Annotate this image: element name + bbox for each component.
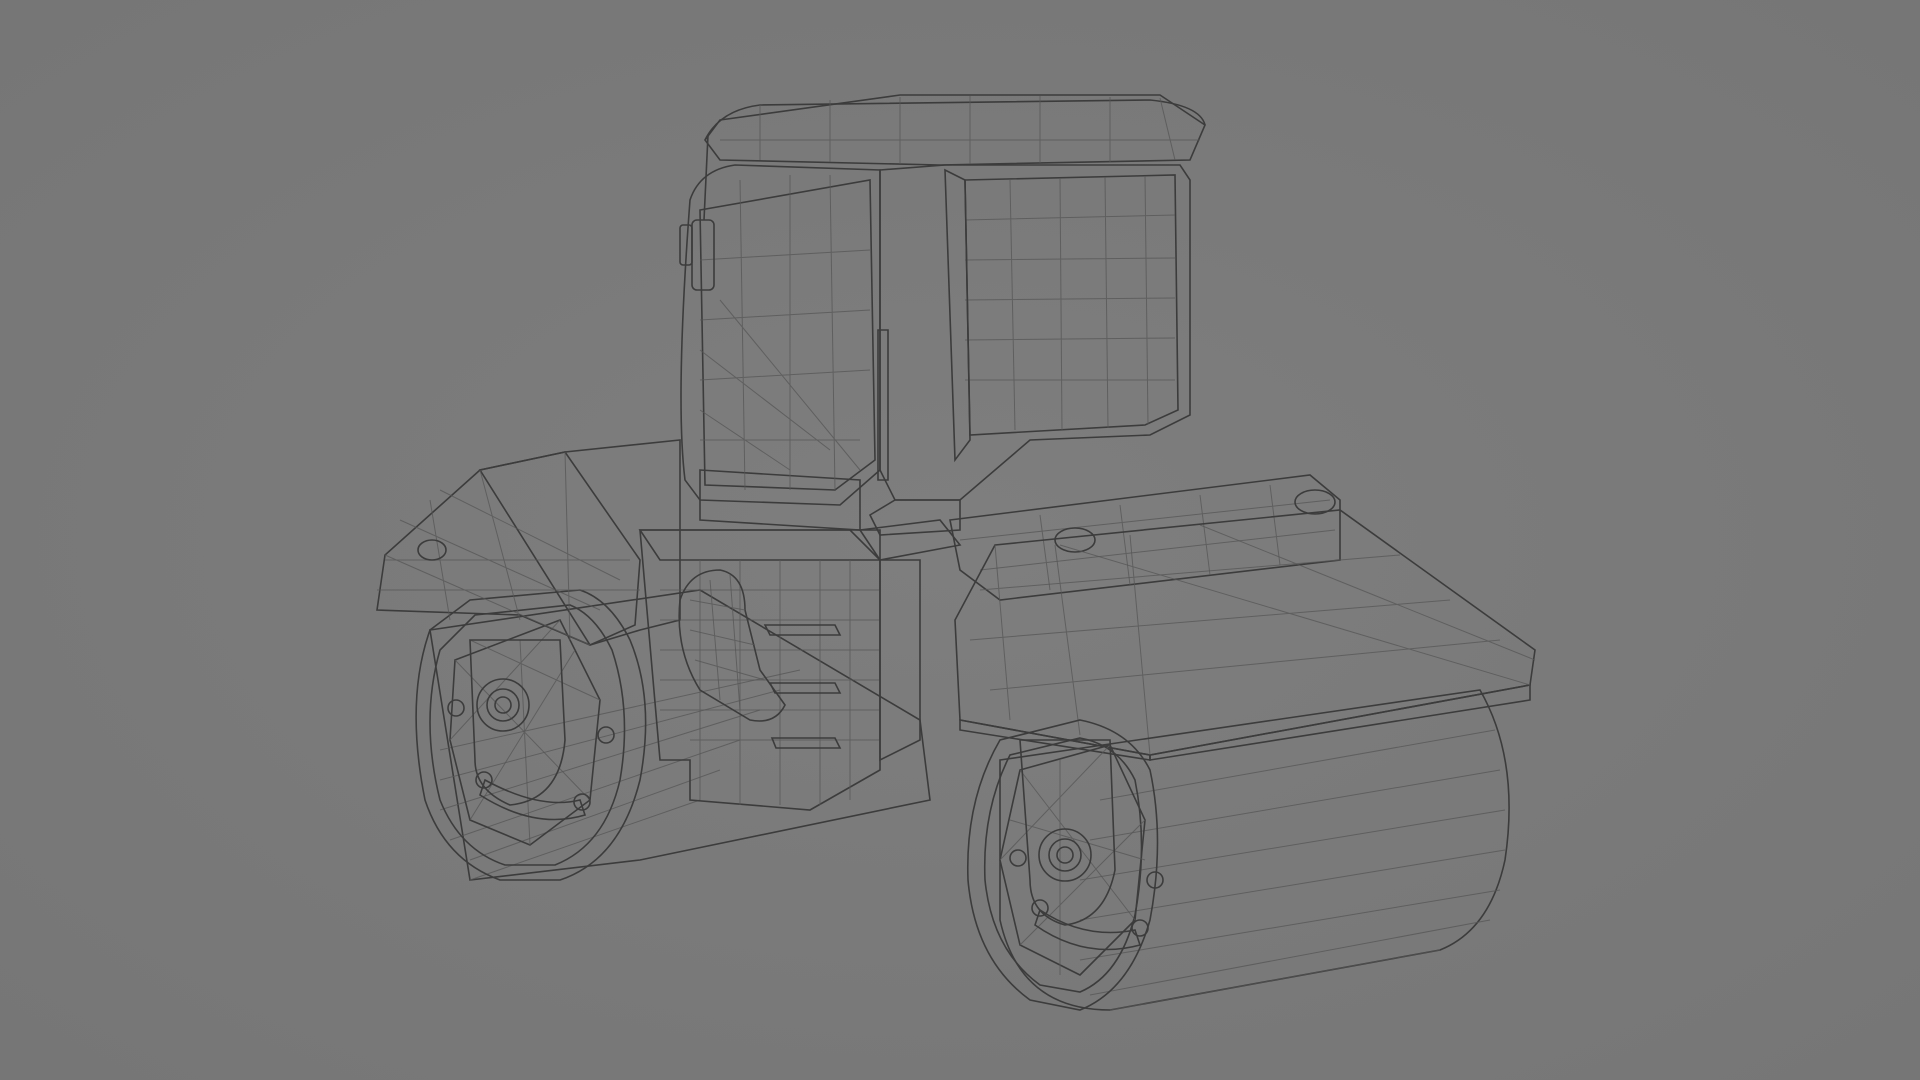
render-viewport <box>0 0 1920 1080</box>
road-roller-model <box>0 0 1920 1080</box>
